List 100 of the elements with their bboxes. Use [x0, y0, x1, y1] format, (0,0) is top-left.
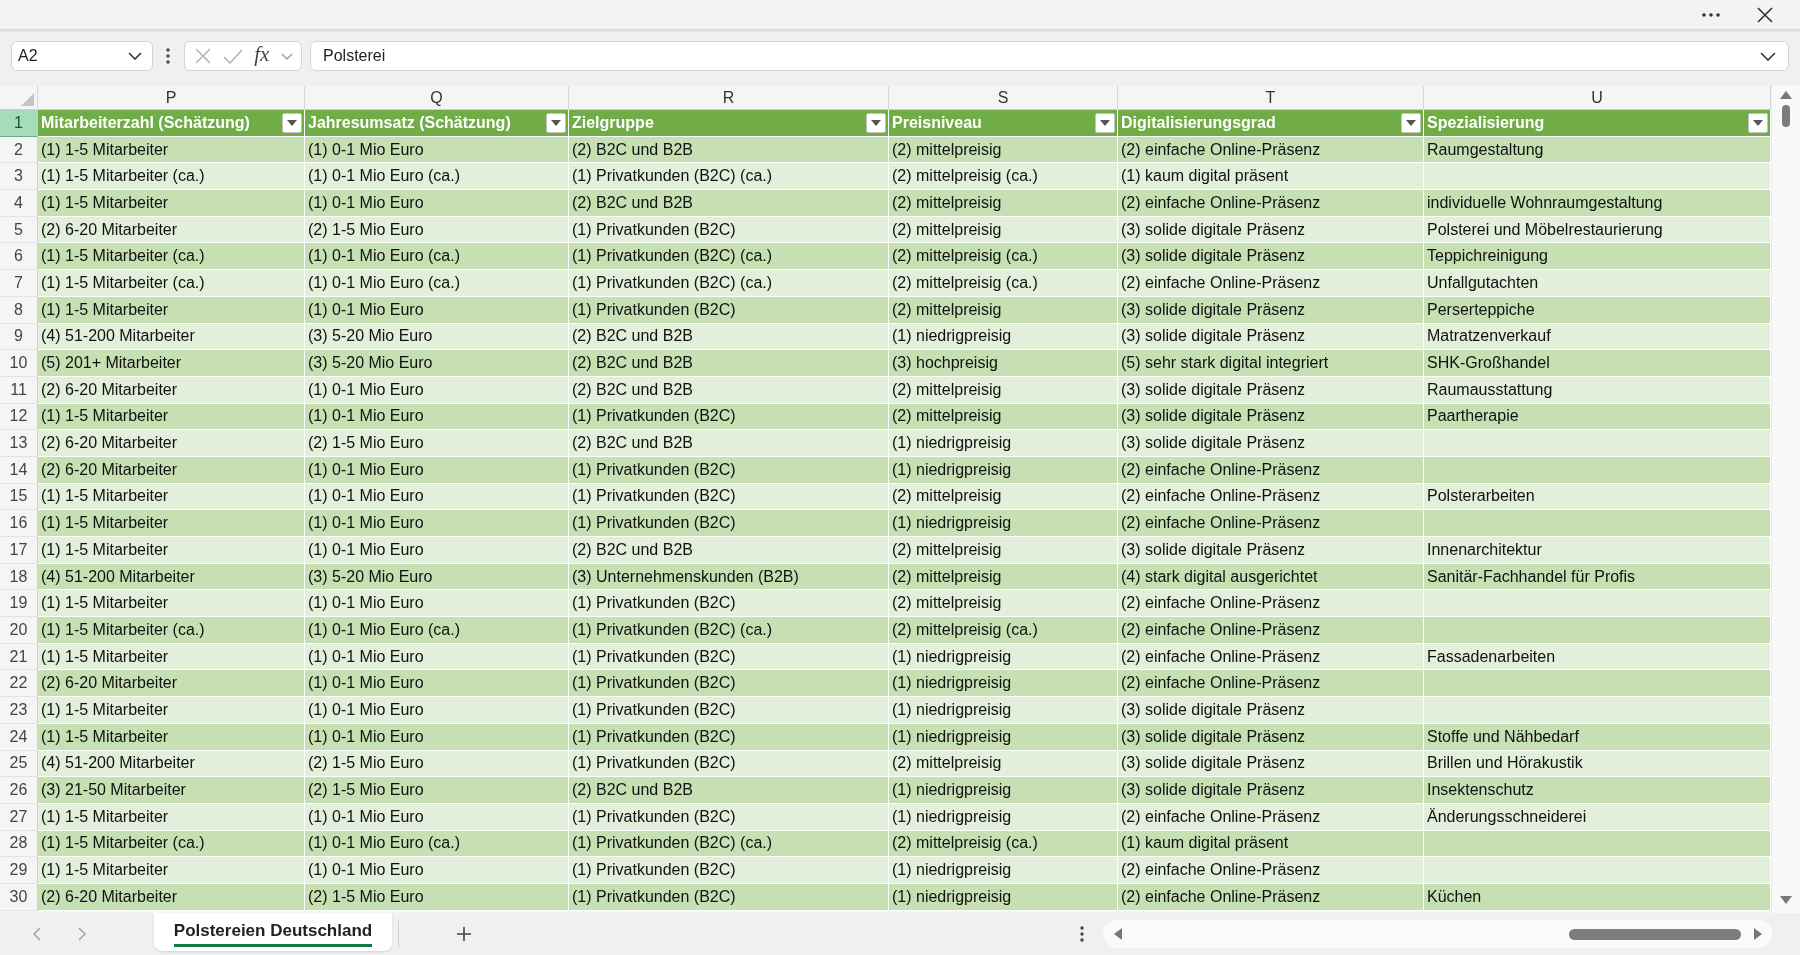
row-header[interactable]: 12	[0, 403, 38, 431]
sheet-tab[interactable]: Polstereien Deutschland	[154, 913, 392, 951]
row-header[interactable]: 23	[0, 697, 38, 724]
table-cell: (1) 0-1 Mio Euro (ca.)	[305, 270, 569, 297]
kebab-icon[interactable]	[1080, 926, 1084, 942]
row-header[interactable]: 26	[0, 777, 38, 804]
table-cell: (1) 0-1 Mio Euro	[305, 483, 569, 511]
table-cell: (1) niedrigpreisig	[889, 670, 1118, 698]
row-header[interactable]: 16	[0, 510, 38, 537]
column-header[interactable]: T	[1118, 86, 1424, 110]
name-box[interactable]: A2	[11, 41, 153, 71]
table-cell: (1) Privatkunden (B2C)	[569, 483, 889, 511]
table-cell: (2) einfache Online-Präsenz	[1118, 483, 1424, 511]
table-cell: (1) niedrigpreisig	[889, 777, 1118, 804]
row-header[interactable]: 29	[0, 857, 38, 884]
table-cell: (1) Privatkunden (B2C)	[569, 403, 889, 431]
table-cell: (1) 0-1 Mio Euro	[305, 670, 569, 698]
row-header[interactable]: 13	[0, 430, 38, 457]
row-header[interactable]: 24	[0, 723, 38, 751]
table-cell: (2) mittelpreisig	[889, 563, 1118, 591]
column-heading: Preisniveau	[892, 113, 982, 132]
kebab-icon[interactable]	[166, 48, 170, 64]
scrollbar-thumb[interactable]	[1569, 928, 1741, 940]
table-cell: (1) Privatkunden (B2C)	[569, 723, 889, 751]
column-header[interactable]: Q	[305, 86, 569, 110]
row-header[interactable]: 20	[0, 617, 38, 644]
plus-icon[interactable]	[456, 926, 472, 942]
table-cell: individuelle Wohnraumgestaltung	[1424, 190, 1771, 217]
table-cell: (3) solide digitale Präsenz	[1118, 697, 1424, 724]
table-cell: Brillen und Hörakustik	[1424, 750, 1771, 778]
row-header[interactable]: 8	[0, 296, 38, 324]
table-cell: (1) 0-1 Mio Euro	[305, 697, 569, 724]
table-cell: (2) einfache Online-Präsenz	[1118, 883, 1424, 911]
row-header[interactable]: 27	[0, 803, 38, 831]
table-cell: (1) niedrigpreisig	[889, 643, 1118, 671]
row-header[interactable]: 30	[0, 883, 38, 911]
chevron-down-icon[interactable]	[1760, 51, 1776, 61]
filter-button[interactable]	[1401, 112, 1421, 133]
row-header[interactable]: 3	[0, 163, 38, 191]
column-header[interactable]: S	[889, 86, 1118, 110]
table-cell: (2) mittelpreisig	[889, 750, 1118, 778]
caret-down-icon	[1753, 119, 1763, 126]
row-header[interactable]: 9	[0, 323, 38, 351]
table-cell: (1) Privatkunden (B2C) (ca.)	[569, 270, 889, 297]
row-header[interactable]: 4	[0, 190, 38, 217]
more-icon[interactable]	[1702, 12, 1720, 17]
row-header[interactable]: 5	[0, 216, 38, 244]
row-header[interactable]: 1	[0, 110, 38, 137]
table-cell: (2) einfache Online-Präsenz	[1118, 270, 1424, 297]
row-header[interactable]: 25	[0, 750, 38, 778]
column-heading: Jahresumsatz (Schätzung)	[308, 113, 511, 132]
scroll-right-arrow-icon[interactable]	[1754, 928, 1762, 940]
scroll-down-arrow-icon[interactable]	[1780, 896, 1792, 904]
table-cell: (1) 1-5 Mitarbeiter	[38, 857, 305, 884]
table-cell: (2) mittelpreisig	[889, 136, 1118, 164]
row-header[interactable]: 22	[0, 670, 38, 698]
table-cell: (3) Unternehmenskunden (B2B)	[569, 563, 889, 591]
table-cell: (1) Privatkunden (B2C)	[569, 510, 889, 537]
scrollbar-thumb[interactable]	[1782, 105, 1790, 127]
scroll-up-arrow-icon[interactable]	[1780, 91, 1792, 99]
row-header[interactable]: 11	[0, 376, 38, 404]
table-cell: (1) niedrigpreisig	[889, 697, 1118, 724]
table-cell: (2) mittelpreisig	[889, 216, 1118, 244]
column-header[interactable]: P	[38, 86, 305, 110]
row-header[interactable]: 19	[0, 590, 38, 618]
check-icon[interactable]	[222, 48, 243, 64]
table-cell: (1) 1-5 Mitarbeiter (ca.)	[38, 270, 305, 297]
table-cell: (2) einfache Online-Präsenz	[1118, 803, 1424, 831]
close-icon[interactable]	[1757, 6, 1773, 23]
table-cell: (2) mittelpreisig (ca.)	[889, 830, 1118, 858]
filter-button[interactable]	[282, 112, 302, 133]
chevron-down-icon	[128, 52, 142, 60]
row-header[interactable]: 21	[0, 643, 38, 671]
row-header[interactable]: 15	[0, 483, 38, 511]
filter-button[interactable]	[1748, 112, 1768, 133]
table-cell: (1) kaum digital präsent	[1118, 830, 1424, 858]
table-cell: (2) B2C und B2B	[569, 350, 889, 377]
column-header[interactable]: R	[569, 86, 889, 110]
scroll-left-arrow-icon[interactable]	[1114, 928, 1122, 940]
table-cell: (1) 0-1 Mio Euro	[305, 590, 569, 618]
filter-button[interactable]	[546, 112, 566, 133]
table-cell: Änderungsschneiderei	[1424, 803, 1771, 831]
column-header[interactable]: U	[1424, 86, 1771, 110]
table-cell: (1) niedrigpreisig	[889, 323, 1118, 351]
row-header[interactable]: 17	[0, 537, 38, 564]
table-cell: Teppichreinigung	[1424, 243, 1771, 271]
filter-button[interactable]	[866, 112, 886, 133]
row-header[interactable]: 28	[0, 830, 38, 858]
row-header[interactable]: 6	[0, 243, 38, 271]
row-header[interactable]: 7	[0, 270, 38, 297]
table-cell: (1) Privatkunden (B2C)	[569, 803, 889, 831]
row-header[interactable]: 10	[0, 350, 38, 377]
filter-button[interactable]	[1095, 112, 1115, 133]
insert-function-button[interactable]: fx	[254, 44, 270, 65]
row-header[interactable]: 2	[0, 136, 38, 164]
table-cell: (5) sehr stark digital integriert	[1118, 350, 1424, 377]
row-header[interactable]: 14	[0, 456, 38, 484]
row-header[interactable]: 18	[0, 563, 38, 591]
table-cell: (1) niedrigpreisig	[889, 883, 1118, 911]
formula-input[interactable]: Polsterei	[310, 41, 1789, 71]
